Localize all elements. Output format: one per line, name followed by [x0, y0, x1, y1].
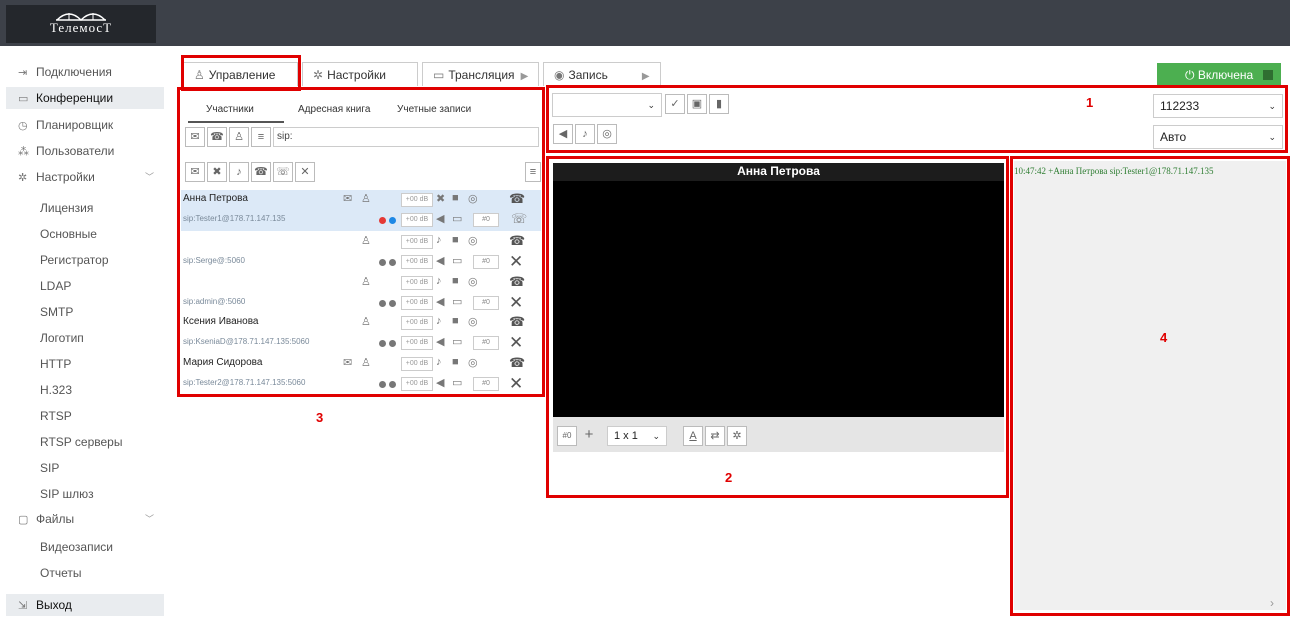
sidebar-item-general[interactable]: Основные [6, 223, 164, 245]
sidebar-item-http[interactable]: HTTP [6, 353, 164, 375]
sidebar-item-rtsp[interactable]: RTSP [6, 405, 164, 427]
sidebar-item-recordings[interactable]: Видеозаписи [6, 536, 164, 558]
highlight-box-3 [177, 87, 545, 397]
sidebar-item-license[interactable]: Лицензия [6, 197, 164, 219]
sidebar-item-users[interactable]: ⁂ Пользователи [6, 140, 164, 162]
record-icon: ◉ [554, 68, 565, 82]
tab-settings[interactable]: ✲ Настройки [302, 62, 418, 86]
sidebar-item-rtsp-servers[interactable]: RTSP серверы [6, 431, 164, 453]
play-icon: ▶ [520, 71, 529, 82]
connections-icon: ⇥ [18, 67, 28, 79]
sidebar-item-connections[interactable]: ⇥ Подключения [6, 61, 164, 83]
sidebar-item-settings[interactable]: ✲ Настройки ﹀ [6, 166, 164, 188]
highlight-box-2 [546, 156, 1009, 498]
logout-icon: ⇲ [18, 600, 28, 612]
sidebar-item-sip-gateway[interactable]: SIP шлюз [6, 483, 164, 505]
screen-icon: ▭ [433, 68, 445, 82]
sidebar-item-ldap[interactable]: LDAP [6, 275, 164, 297]
logo-text: ТелемосТ [49, 20, 113, 35]
play-icon: ▶ [641, 71, 650, 82]
top-bar: ТелемосТ [0, 0, 1290, 46]
chevron-down-icon: ﹀ [144, 172, 154, 182]
annotation-label-1: 1 [1086, 95, 1094, 110]
annotation-label-3: 3 [316, 410, 324, 425]
sidebar-item-reports[interactable]: Отчеты [6, 562, 164, 584]
sidebar-item-scheduler[interactable]: ◷ Планировщик [6, 114, 164, 136]
logo[interactable]: ТелемосТ [6, 5, 156, 43]
sidebar-item-sip[interactable]: SIP [6, 457, 164, 479]
chevron-down-icon: ﹀ [144, 514, 154, 524]
annotation-label-2: 2 [725, 470, 733, 485]
sidebar-item-files[interactable]: ▢ Файлы ﹀ [6, 508, 164, 530]
folder-icon: ▢ [18, 514, 29, 526]
power-toggle-button[interactable]: ⏻ Включена [1157, 63, 1281, 87]
stop-icon [1263, 70, 1273, 80]
highlight-box-4 [1010, 156, 1290, 616]
highlight-box-tab [181, 55, 301, 91]
sidebar-item-conferences[interactable]: ▭ Конференции [6, 87, 164, 109]
sidebar-item-h323[interactable]: H.323 [6, 379, 164, 401]
clock-icon: ◷ [18, 120, 28, 132]
conference-icon: ▭ [18, 93, 29, 105]
tab-broadcast[interactable]: ▭ Трансляция ▶ [422, 62, 539, 86]
sidebar-item-registrar[interactable]: Регистратор [6, 249, 164, 271]
power-icon: ⏻ [1185, 68, 1198, 82]
gear-icon: ✲ [18, 172, 28, 184]
users-icon: ⁂ [18, 146, 29, 158]
sidebar-item-logout[interactable]: ⇲ Выход [6, 594, 164, 616]
annotation-label-4: 4 [1160, 330, 1168, 345]
sidebar-item-logo[interactable]: Логотип [6, 327, 164, 349]
highlight-box-1 [546, 85, 1288, 153]
gear-icon: ✲ [313, 68, 324, 82]
sidebar-item-smtp[interactable]: SMTP [6, 301, 164, 323]
tab-record[interactable]: ◉ Запись ▶ [543, 62, 661, 86]
